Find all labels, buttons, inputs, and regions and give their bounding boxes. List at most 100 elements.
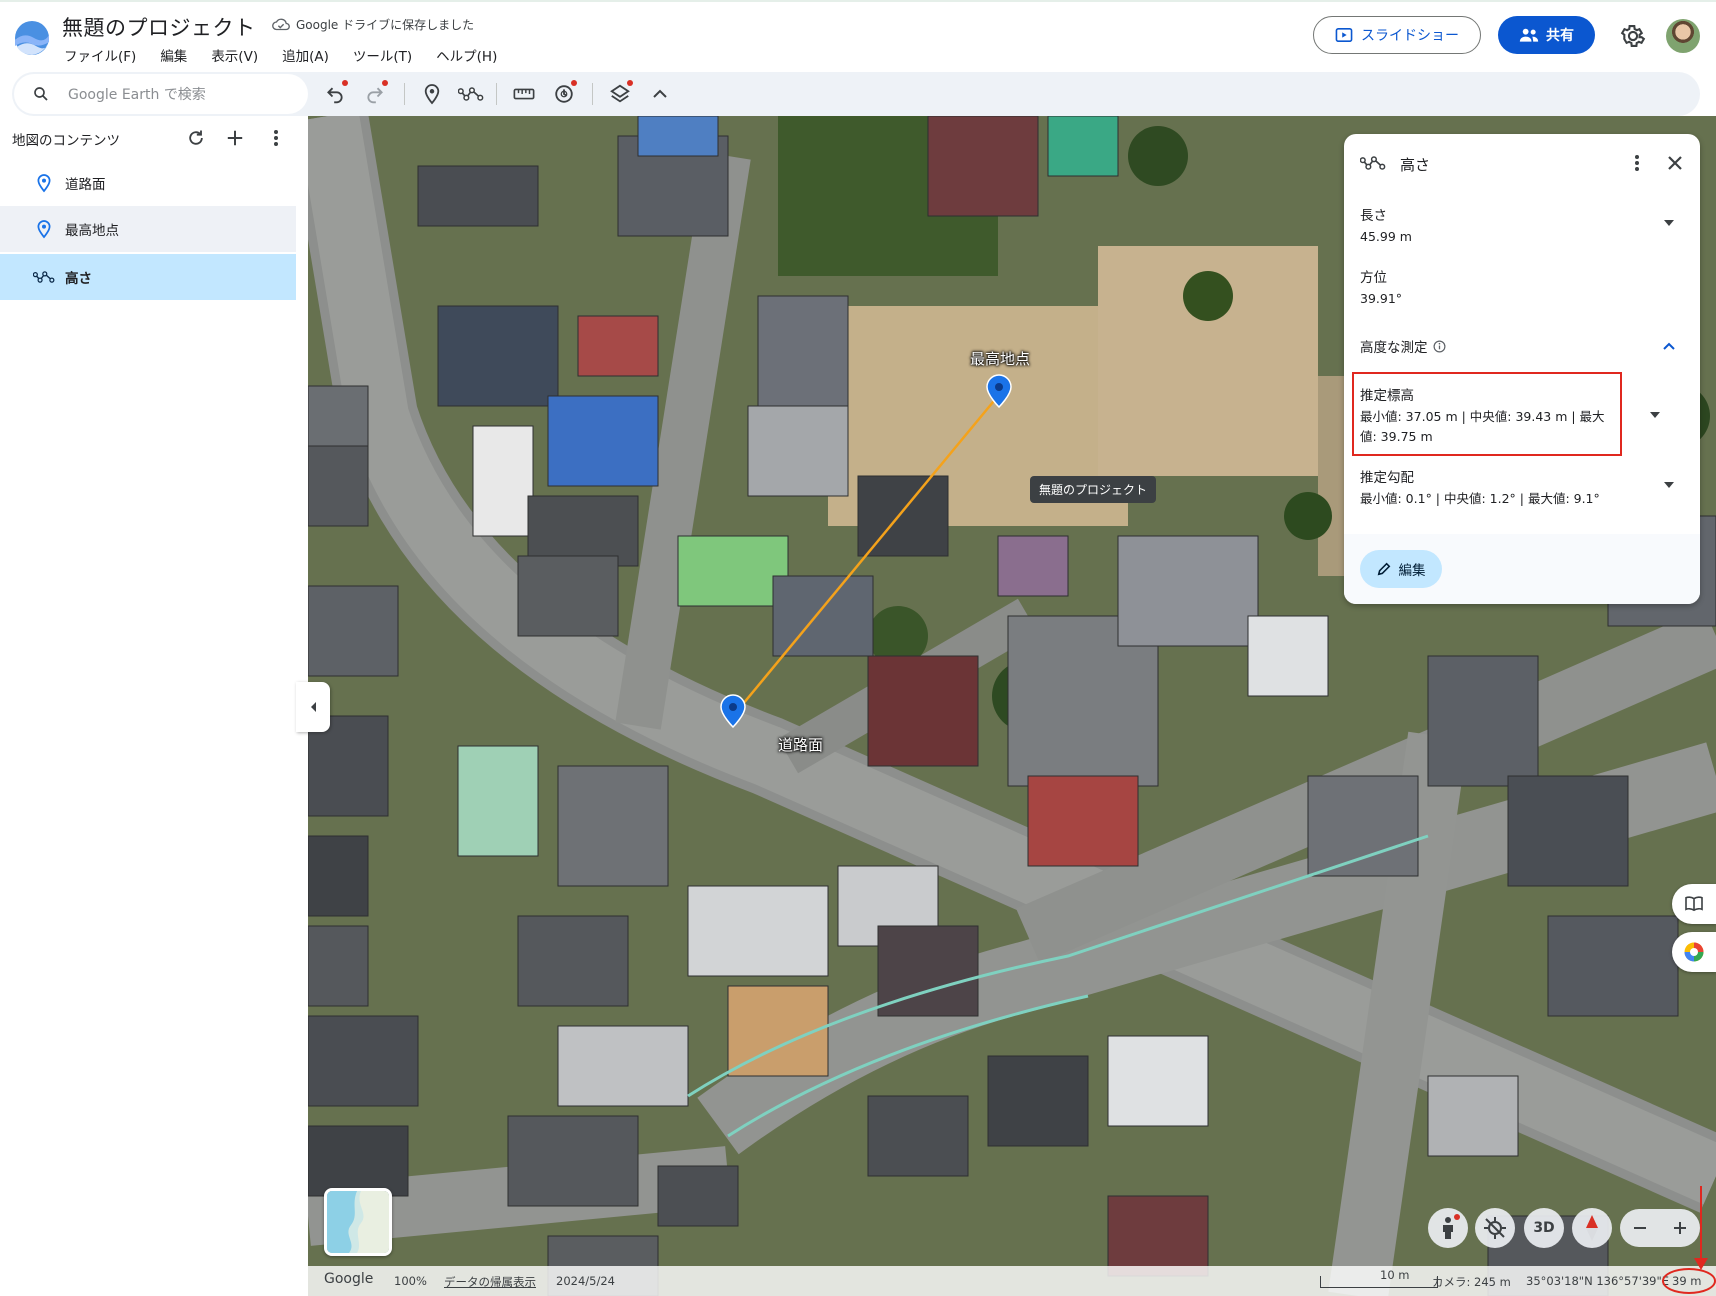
historical-imagery-button[interactable] [549, 79, 579, 109]
path-icon [1360, 156, 1386, 170]
share-button[interactable]: 共有 [1498, 16, 1595, 54]
slope-row[interactable]: 推定勾配 最小値: 0.1° | 中央値: 1.2° | 最大値: 9.1° [1360, 466, 1680, 509]
menu-tools[interactable]: ツール(T) [341, 46, 424, 68]
panel-title: 高さ [1400, 156, 1431, 174]
draw-path-button[interactable] [456, 79, 486, 109]
length-row[interactable]: 長さ 45.99 m [1360, 204, 1680, 247]
sidebar-title: 地図のコンテンツ [12, 133, 120, 149]
map-label-road-surface: 道路面 [778, 736, 824, 754]
project-title[interactable]: 無題のプロジェクト [62, 12, 256, 42]
cloud-done-icon [272, 18, 290, 30]
compass-button[interactable] [1572, 1208, 1612, 1248]
advanced-measurement-header[interactable]: 高度な測定 [1360, 336, 1680, 356]
slideshow-label: スライドショー [1361, 28, 1459, 44]
chevron-left-icon [311, 702, 316, 712]
scale-bar [1320, 1276, 1438, 1288]
toolbar-divider [592, 83, 593, 105]
advanced-label: 高度な測定 [1360, 340, 1428, 356]
voyager-button[interactable] [1672, 932, 1716, 972]
menu-edit[interactable]: 編集 [148, 46, 199, 68]
zoom-control [1620, 1209, 1700, 1247]
undo-button[interactable] [320, 79, 350, 109]
sidebar-item-road-surface[interactable]: 道路面 [0, 160, 296, 206]
path-icon [33, 266, 55, 288]
placemark-icon [33, 172, 55, 194]
map-style-thumbnail[interactable] [324, 1188, 392, 1256]
dropdown-arrow-icon[interactable] [1648, 408, 1662, 422]
plus-icon [1674, 1222, 1686, 1234]
panel-close-button[interactable] [1662, 150, 1688, 176]
save-status-text: Google ドライブに保存しました [296, 18, 475, 32]
map-style-button[interactable] [605, 79, 635, 109]
edit-button[interactable]: 編集 [1360, 550, 1442, 588]
menu-bar: ファイル(F) 編集 表示(V) 追加(A) ツール(T) ヘルプ(H) [52, 46, 509, 68]
status-bar: Google 100% データの帰属表示 2024/5/24 カメラ: 245 … [308, 1266, 1716, 1296]
notification-dot [1454, 1214, 1460, 1220]
my-location-button[interactable] [1475, 1208, 1515, 1248]
avatar[interactable] [1666, 19, 1700, 53]
panel-more-button[interactable] [1624, 150, 1650, 176]
menu-help[interactable]: ヘルプ(H) [424, 46, 509, 68]
sidebar-item-highest-point[interactable]: 最高地点 [0, 206, 296, 252]
dropdown-arrow-icon[interactable] [1662, 216, 1676, 230]
search-input[interactable] [66, 80, 300, 110]
measure-button[interactable] [509, 79, 539, 109]
imagery-date: 2024/5/24 [556, 1274, 615, 1288]
earth-project-logo [15, 21, 49, 55]
ruler-icon [513, 88, 535, 100]
storytelling-button[interactable] [1672, 884, 1716, 924]
redo-button[interactable] [360, 79, 390, 109]
notification-dot [382, 80, 388, 86]
slope-label: 推定勾配 [1360, 470, 1414, 486]
zoom-in-button[interactable] [1660, 1209, 1700, 1247]
map-label-highest-point: 最高地点 [970, 350, 1031, 368]
book-icon [1685, 896, 1703, 912]
add-content-button[interactable] [223, 126, 247, 150]
data-attribution-link[interactable]: データの帰属表示 [444, 1274, 536, 1290]
collapse-sidebar-button[interactable] [296, 682, 330, 732]
redo-icon [367, 87, 383, 104]
refresh-button[interactable] [184, 126, 208, 150]
menu-view[interactable]: 表示(V) [199, 46, 270, 68]
sidebar-item-height[interactable]: 高さ [0, 254, 296, 300]
add-placemark-button[interactable] [417, 79, 447, 109]
road-surface-pin[interactable] [720, 694, 746, 728]
slope-value: 最小値: 0.1° | 中央値: 1.2° | 最大値: 9.1° [1360, 491, 1600, 506]
elevation-annotation-circle [1662, 1268, 1716, 1294]
menu-add[interactable]: 追加(A) [270, 46, 341, 68]
gear-icon[interactable] [1619, 22, 1647, 50]
edit-label: 編集 [1398, 563, 1426, 579]
camera-altitude: カメラ: 245 m [1432, 1275, 1511, 1289]
zoom-out-button[interactable] [1620, 1209, 1660, 1247]
cursor-coordinates: 35°03'18"N 136°57'39"E [1526, 1274, 1670, 1288]
share-label: 共有 [1546, 28, 1574, 44]
more-vert-icon [1635, 155, 1639, 171]
dropdown-arrow-icon[interactable] [1662, 478, 1676, 492]
menu-file[interactable]: ファイル(F) [52, 46, 148, 68]
search-box [14, 74, 308, 114]
info-icon[interactable] [1433, 340, 1446, 353]
collapse-toolbar-button[interactable] [645, 79, 675, 109]
compass-icon [1586, 1215, 1598, 1241]
length-value: 45.99 m [1360, 229, 1412, 244]
toolbar-divider [496, 83, 497, 105]
history-icon [555, 85, 573, 103]
more-options-button[interactable] [264, 126, 288, 150]
person-icon [1443, 1217, 1453, 1239]
project-tooltip: 無題のプロジェクト [1030, 476, 1157, 503]
sidebar-item-label: 高さ [65, 271, 92, 287]
toolbar-divider [404, 83, 405, 105]
measurement-panel: 高さ 長さ 45.99 m 方位 39.91° 高度な測定 推定標高 最小値: … [1344, 134, 1700, 604]
slideshow-button[interactable]: スライドショー [1313, 16, 1481, 54]
chevron-up-icon[interactable] [1662, 339, 1676, 353]
placemark-icon [424, 84, 440, 105]
pegman-button[interactable] [1428, 1208, 1468, 1248]
panel-footer: 編集 [1344, 534, 1700, 604]
top-bar: 無題のプロジェクト Google ドライブに保存しました ファイル(F) 編集 … [0, 0, 1716, 116]
slideshow-icon [1335, 27, 1353, 43]
highest-point-pin[interactable] [986, 374, 1012, 408]
annotation-arrow [1700, 1186, 1702, 1266]
three-d-button[interactable]: 3D [1524, 1208, 1564, 1248]
scale-label: 10 m [1380, 1268, 1410, 1282]
zoom-percent: 100% [394, 1274, 427, 1288]
